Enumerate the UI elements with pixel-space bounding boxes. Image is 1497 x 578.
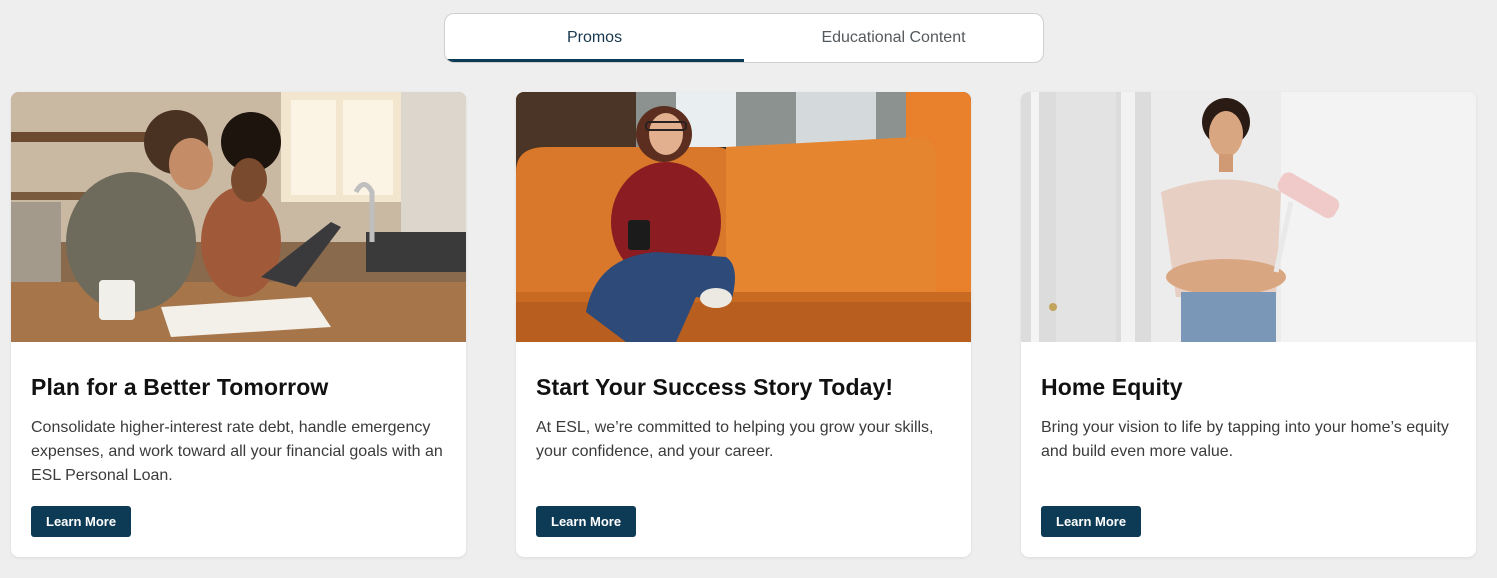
- content-tabs: Promos Educational Content: [444, 13, 1044, 63]
- woman-orange-couch-photo: [516, 92, 971, 342]
- card-title: Start Your Success Story Today!: [536, 374, 894, 400]
- learn-more-button[interactable]: Learn More: [1041, 506, 1142, 537]
- couple-kitchen-laptop-photo: [11, 92, 466, 342]
- card-title: Plan for a Better Tomorrow: [31, 374, 329, 400]
- promo-card-careers: Start Your Success Story Today! At ESL, …: [516, 92, 971, 557]
- learn-more-button[interactable]: Learn More: [536, 506, 637, 537]
- tab-educational-content[interactable]: Educational Content: [744, 14, 1043, 62]
- tab-promos[interactable]: Promos: [445, 14, 744, 62]
- card-title: Home Equity: [1041, 374, 1183, 400]
- woman-paint-roller-photo: [1021, 92, 1476, 342]
- learn-more-button[interactable]: Learn More: [31, 506, 132, 537]
- promo-card-personal-loan: Plan for a Better Tomorrow Consolidate h…: [11, 92, 466, 557]
- card-description: At ESL, we’re committed to helping you g…: [536, 419, 934, 460]
- promo-card-home-equity: Home Equity Bring your vision to life by…: [1021, 92, 1476, 557]
- card-description: Bring your vision to life by tapping int…: [1041, 419, 1449, 460]
- card-description: Consolidate higher-interest rate debt, h…: [31, 419, 443, 484]
